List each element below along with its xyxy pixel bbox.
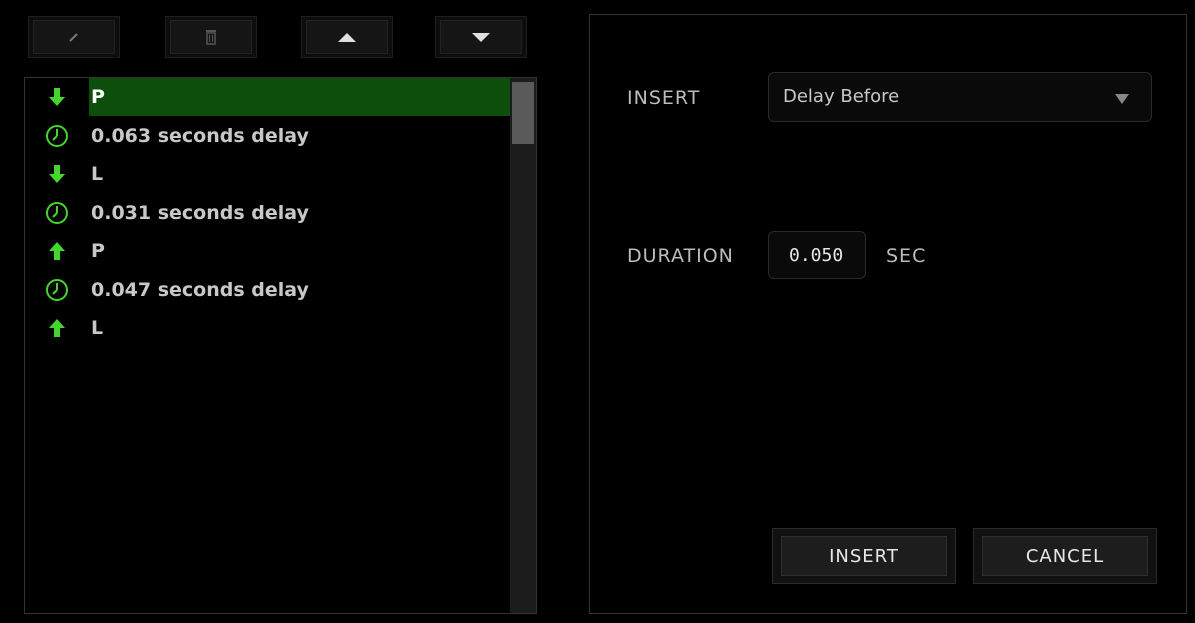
arrow-down-icon: [25, 164, 89, 184]
macro-list-item[interactable]: 0.031 seconds delay: [25, 194, 510, 233]
triangle-up-icon: [338, 32, 356, 42]
macro-list-item[interactable]: 0.047 seconds delay: [25, 271, 510, 310]
macro-item-label: L: [91, 317, 104, 340]
macro-list: P 0.063 seconds delay L 0.031 seconds delay…: [25, 78, 510, 348]
macro-list-item[interactable]: L: [25, 309, 510, 348]
insert-type-value: Delay Before: [783, 86, 900, 107]
scrollbar-thumb[interactable]: [512, 82, 534, 144]
triangle-down-icon: [472, 32, 490, 42]
scrollbar[interactable]: [510, 78, 536, 613]
macro-item-label: P: [91, 240, 105, 263]
insert-type-dropdown[interactable]: Delay Before: [768, 72, 1152, 122]
macro-item-label: 0.063 seconds delay: [91, 124, 309, 147]
arrow-up-icon: [25, 241, 89, 261]
insert-label: INSERT: [627, 87, 701, 109]
macro-list-panel: P 0.063 seconds delay L 0.031 seconds delay…: [24, 77, 537, 614]
clock-icon: [25, 201, 89, 225]
trash-icon: [206, 30, 216, 45]
edit-button[interactable]: [28, 16, 120, 58]
insert-editor-panel: INSERT Delay Before DURATION SEC INSERT …: [589, 14, 1187, 614]
move-up-button[interactable]: [301, 16, 393, 58]
clock-icon: [25, 278, 89, 302]
cancel-button[interactable]: CANCEL: [973, 528, 1157, 584]
macro-item-label: P: [89, 78, 510, 117]
macro-list-item[interactable]: L: [25, 155, 510, 194]
arrow-up-icon: [25, 318, 89, 338]
arrow-down-icon: [25, 87, 89, 107]
macro-list-item[interactable]: P: [25, 232, 510, 271]
macro-item-label: 0.031 seconds delay: [91, 201, 309, 224]
insert-button-label: INSERT: [781, 536, 947, 576]
clock-icon: [25, 124, 89, 148]
duration-label: DURATION: [627, 245, 734, 267]
macro-list-item[interactable]: P: [25, 78, 510, 117]
macro-item-label: L: [91, 163, 104, 186]
insert-button[interactable]: INSERT: [772, 528, 956, 584]
macro-item-label: 0.047 seconds delay: [91, 278, 309, 301]
cancel-button-label: CANCEL: [982, 536, 1148, 576]
duration-unit: SEC: [886, 245, 927, 267]
duration-input[interactable]: [768, 231, 866, 279]
chevron-down-icon: [1115, 94, 1129, 104]
macro-list-item[interactable]: 0.063 seconds delay: [25, 117, 510, 156]
move-down-button[interactable]: [435, 16, 527, 58]
pencil-icon: [69, 33, 78, 42]
delete-button[interactable]: [165, 16, 257, 58]
